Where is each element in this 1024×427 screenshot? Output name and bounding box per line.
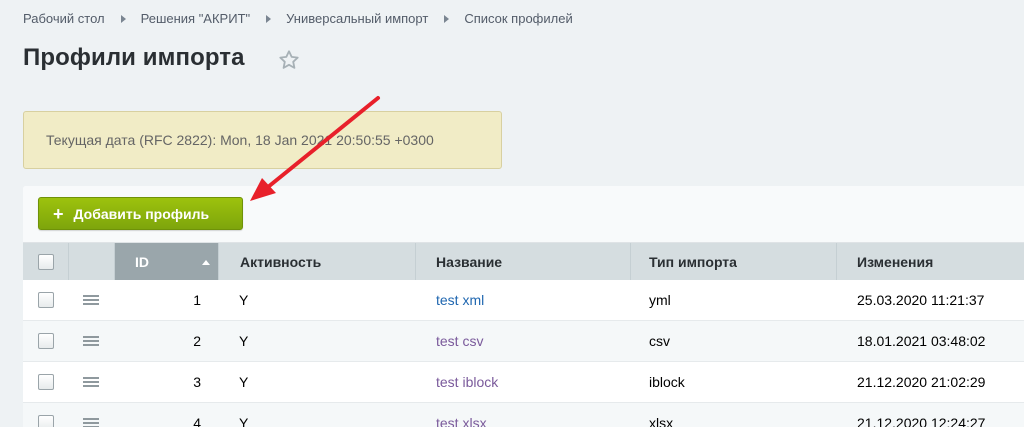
- star-icon[interactable]: [278, 49, 300, 71]
- column-header-type[interactable]: Тип импорта: [631, 243, 837, 280]
- row-checkbox[interactable]: [38, 292, 54, 308]
- row-name-link[interactable]: test xlsx: [436, 415, 487, 427]
- row-active: Y: [239, 415, 249, 427]
- breadcrumb-profile-list[interactable]: Список профилей: [464, 11, 572, 26]
- column-header-name[interactable]: Название: [416, 243, 631, 280]
- profiles-grid: + Добавить профиль ID Активность Названи…: [23, 186, 1024, 427]
- row-type: iblock: [649, 374, 685, 390]
- table-header: ID Активность Название Тип импорта Измен…: [23, 243, 1024, 280]
- row-active: Y: [239, 374, 249, 390]
- column-header-name-label: Название: [436, 253, 503, 270]
- header-actions-cell: [69, 243, 115, 280]
- row-type: csv: [649, 333, 670, 349]
- column-header-changed[interactable]: Изменения: [837, 243, 1024, 280]
- column-header-active[interactable]: Активность: [219, 243, 416, 280]
- row-changed: 25.03.2020 11:21:37: [857, 292, 985, 308]
- row-id: 2: [193, 333, 201, 349]
- breadcrumb-separator-icon: [120, 14, 126, 23]
- breadcrumb-separator-icon: [444, 14, 450, 23]
- row-checkbox[interactable]: [38, 415, 54, 427]
- row-menu-icon[interactable]: [83, 416, 99, 427]
- breadcrumb: Рабочий стол Решения "АКРИТ" Универсальн…: [23, 11, 573, 26]
- row-menu-icon[interactable]: [83, 375, 99, 389]
- table-row[interactable]: 2 Y test csv csv 18.01.2021 03:48:02: [23, 321, 1024, 362]
- select-all-checkbox[interactable]: [37, 253, 54, 270]
- row-checkbox[interactable]: [38, 333, 54, 349]
- breadcrumb-universal-import[interactable]: Универсальный импорт: [286, 11, 428, 26]
- table-row[interactable]: 3 Y test iblock iblock 21.12.2020 21:02:…: [23, 362, 1024, 403]
- row-name-link[interactable]: test xml: [436, 292, 484, 308]
- row-name-link[interactable]: test iblock: [436, 374, 498, 390]
- column-header-id-label: ID: [135, 253, 149, 270]
- row-type: yml: [649, 292, 671, 308]
- row-name: test csv: [436, 321, 483, 361]
- column-header-changed-label: Изменения: [857, 253, 934, 270]
- current-date-notice: Текущая дата (RFC 2822): Mon, 18 Jan 202…: [23, 111, 502, 169]
- row-id: 4: [193, 415, 201, 427]
- breadcrumb-separator-icon: [266, 14, 272, 23]
- row-checkbox[interactable]: [38, 374, 54, 390]
- row-active: Y: [239, 333, 249, 349]
- row-changed: 21.12.2020 21:02:29: [857, 374, 986, 390]
- column-header-type-label: Тип импорта: [649, 253, 737, 270]
- table-row[interactable]: 4 Y test xlsx xlsx 21.12.2020 12:24:27: [23, 403, 1024, 427]
- row-menu-icon[interactable]: [83, 334, 99, 348]
- row-active: Y: [239, 292, 249, 308]
- row-checkbox-cell: [38, 280, 54, 320]
- page-title: Профили импорта: [23, 44, 245, 71]
- add-profile-label: Добавить профиль: [73, 205, 210, 222]
- breadcrumb-desktop[interactable]: Рабочий стол: [23, 11, 105, 26]
- row-name-link[interactable]: test csv: [436, 333, 483, 349]
- row-changed: 21.12.2020 12:24:27: [857, 415, 986, 427]
- row-checkbox-cell: [38, 403, 54, 427]
- row-type: xlsx: [649, 415, 674, 427]
- row-name: test xml: [436, 280, 484, 320]
- row-menu-cell: [83, 403, 99, 427]
- row-changed: 18.01.2021 03:48:02: [857, 333, 986, 349]
- sort-ascending-icon: [202, 260, 210, 265]
- row-checkbox-cell: [38, 321, 54, 361]
- row-menu-cell: [83, 321, 99, 361]
- row-id: 3: [193, 374, 201, 390]
- row-name: test iblock: [436, 362, 498, 402]
- breadcrumb-akrit-solutions[interactable]: Решения "АКРИТ": [141, 11, 251, 26]
- row-menu-cell: [83, 280, 99, 320]
- header-checkbox-cell: [23, 243, 69, 280]
- column-header-id[interactable]: ID: [115, 243, 219, 280]
- plus-icon: +: [53, 203, 64, 224]
- row-checkbox-cell: [38, 362, 54, 402]
- row-id: 1: [193, 292, 201, 308]
- table-row[interactable]: 1 Y test xml yml 25.03.2020 11:21:37: [23, 280, 1024, 321]
- add-profile-button[interactable]: + Добавить профиль: [38, 197, 243, 230]
- grid-toolbar: + Добавить профиль: [23, 186, 1024, 243]
- row-menu-cell: [83, 362, 99, 402]
- column-header-active-label: Активность: [240, 253, 322, 270]
- row-name: test xlsx: [436, 403, 487, 427]
- row-menu-icon[interactable]: [83, 293, 99, 307]
